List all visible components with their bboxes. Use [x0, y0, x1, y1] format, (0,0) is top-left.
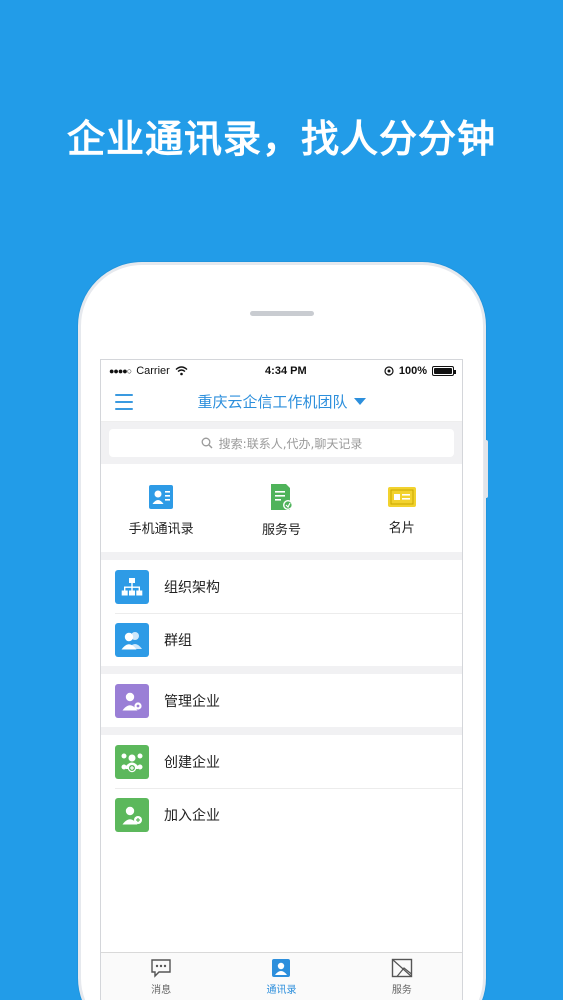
phone-speaker	[250, 311, 314, 316]
list-item-join-company[interactable]: 加入企业	[101, 788, 462, 841]
carrier-label: Carrier	[136, 365, 170, 377]
team-name: 重庆云企信工作机团队	[197, 393, 348, 411]
section-divider	[101, 552, 462, 560]
section-company: 创建企业 加入企业	[101, 735, 462, 841]
quick-action-label: 名片	[388, 520, 415, 536]
section-manage: 管理企业	[101, 674, 462, 727]
section-organization: 组织架构 群组	[101, 560, 462, 666]
dropdown-caret-icon	[353, 398, 366, 405]
search-input[interactable]: 搜索:联系人,代办,聊天记录	[109, 429, 454, 457]
tab-label: 通讯录	[266, 984, 297, 996]
phone-contacts-icon	[149, 484, 174, 509]
join-company-icon	[115, 797, 149, 832]
service-account-icon	[271, 483, 294, 510]
battery-icon	[432, 366, 456, 376]
org-chart-icon	[115, 569, 149, 604]
section-divider	[101, 666, 462, 674]
quick-action-label: 手机通讯录	[128, 521, 194, 537]
quick-action-phone-contacts[interactable]: 手机通讯录	[106, 484, 216, 537]
clock: 4:34 PM	[265, 365, 307, 377]
tab-label: 消息	[151, 984, 172, 996]
business-card-icon	[387, 486, 416, 507]
quick-actions: 手机通讯录 服务号 名片	[101, 464, 462, 552]
rotation-lock-icon	[384, 366, 394, 376]
list-item-manage-company[interactable]: 管理企业	[101, 674, 462, 727]
quick-action-label: 服务号	[261, 522, 301, 538]
section-divider	[101, 727, 462, 735]
tab-contacts[interactable]: 通讯录	[241, 958, 321, 996]
quick-action-business-card[interactable]: 名片	[347, 485, 457, 536]
quick-action-service-account[interactable]: 服务号	[226, 483, 336, 538]
empty-area	[101, 841, 462, 953]
search-placeholder: 搜索:联系人,代办,聊天记录	[218, 436, 363, 451]
group-icon	[115, 622, 149, 657]
search-area: 搜索:联系人,代办,聊天记录	[101, 422, 462, 464]
headline: 企业通讯录，找人分分钟	[66, 117, 496, 161]
message-icon	[151, 958, 171, 978]
list-item-create-company[interactable]: 创建企业	[101, 735, 462, 788]
list-item-label: 创建企业	[164, 754, 220, 771]
tab-messages[interactable]: 消息	[121, 958, 201, 996]
tab-services[interactable]: 服务	[362, 958, 442, 996]
tab-label: 服务	[391, 984, 412, 996]
menu-icon[interactable]	[115, 394, 133, 410]
team-selector[interactable]: 重庆云企信工作机团队	[101, 391, 462, 412]
app-screen: ●●●●○ Carrier 4:34 PM 100% 重庆云企信工作机团队 搜索…	[100, 359, 463, 1000]
list-item-label: 管理企业	[164, 693, 220, 710]
create-company-icon	[115, 744, 149, 779]
list-item-label: 加入企业	[164, 807, 220, 824]
status-bar: ●●●●○ Carrier 4:34 PM 100%	[101, 360, 462, 382]
battery-percent: 100%	[398, 365, 427, 377]
tab-bar: 消息 通讯录 服务	[101, 952, 462, 1000]
service-icon	[391, 958, 413, 977]
manage-company-icon	[115, 683, 149, 718]
search-icon	[201, 437, 213, 449]
list-item-label: 群组	[164, 632, 192, 649]
phone-side-button	[484, 440, 488, 498]
contacts-icon	[272, 958, 291, 977]
list-item-org-chart[interactable]: 组织架构	[101, 560, 462, 613]
signal-icon: ●●●●○	[109, 366, 132, 376]
nav-bar: 重庆云企信工作机团队	[101, 382, 462, 422]
list-item-groups[interactable]: 群组	[101, 613, 462, 666]
wifi-icon	[175, 366, 188, 376]
list-item-label: 组织架构	[164, 579, 220, 596]
